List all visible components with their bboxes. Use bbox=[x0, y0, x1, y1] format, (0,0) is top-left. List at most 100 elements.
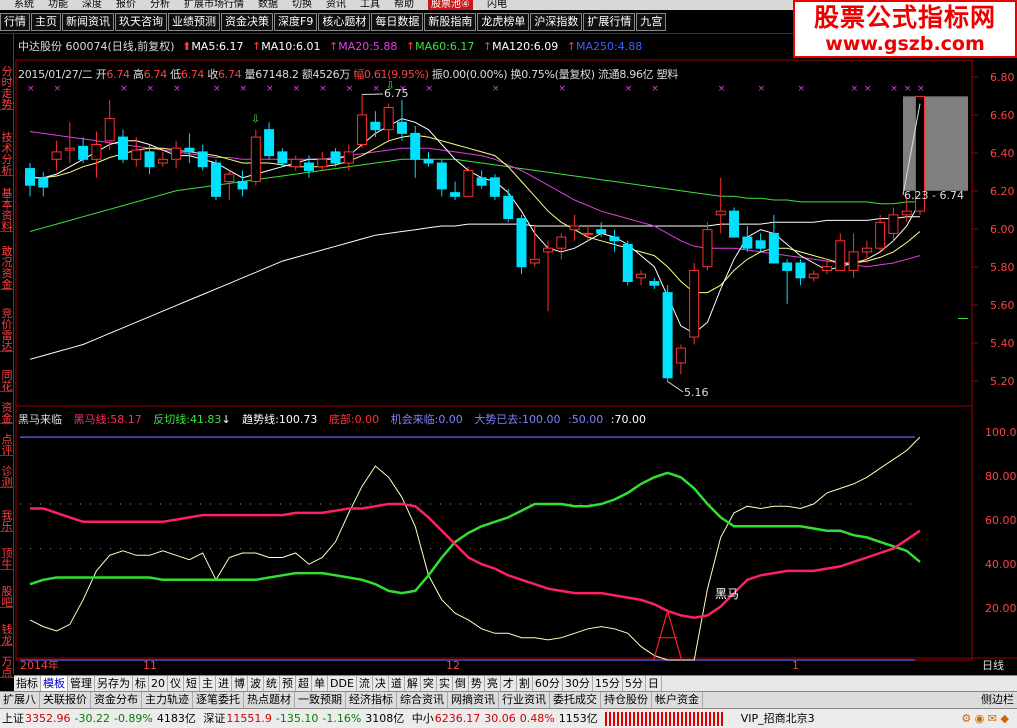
candle-32 bbox=[450, 181, 461, 201]
indicator-tab-31[interactable]: 5分 bbox=[623, 676, 646, 691]
candle-50 bbox=[689, 262, 700, 345]
func-3[interactable]: 主力轨迹 bbox=[142, 692, 193, 708]
indicator-tab-23[interactable]: 倒 bbox=[453, 676, 469, 691]
func-6[interactable]: 一致预期 bbox=[295, 692, 346, 708]
indicator-tab-17[interactable]: 流 bbox=[357, 676, 373, 691]
func-12[interactable]: 持仓股份 bbox=[601, 692, 652, 708]
func-4[interactable]: 逐笔委托 bbox=[193, 692, 244, 708]
indicator-tab-25[interactable]: 亮 bbox=[485, 676, 501, 691]
indicator-tab-0[interactable]: 指标 bbox=[14, 676, 41, 691]
price-panel-border bbox=[15, 59, 973, 407]
func-2[interactable]: 资金分布 bbox=[91, 692, 142, 708]
fanqie-line bbox=[29, 471, 921, 595]
signal-triangle bbox=[653, 608, 683, 661]
func-0[interactable]: 扩展八 bbox=[0, 692, 40, 708]
kline-chart[interactable]: × × × × × × × × × × × × × × × × × × × × × × × × × ×⇩⇩ 6.80 6.60 6… bbox=[0, 0, 1017, 674]
period-label[interactable]: 日线 bbox=[982, 658, 1004, 672]
top-x-mark: × bbox=[864, 84, 872, 94]
indicator-tab-14[interactable]: 超 bbox=[296, 676, 312, 691]
indicator-panel-border bbox=[15, 405, 973, 661]
candle-body bbox=[529, 258, 540, 264]
candle-body bbox=[171, 147, 182, 160]
indicator-tab-13[interactable]: 预 bbox=[280, 676, 296, 691]
candle-20 bbox=[290, 155, 301, 171]
func-7[interactable]: 经济指标 bbox=[346, 692, 397, 708]
indicator-tab-22[interactable]: 实 bbox=[437, 676, 453, 691]
candle-65 bbox=[888, 207, 899, 241]
vip-account[interactable]: VIP_招商北京3 bbox=[741, 709, 815, 728]
candle-body bbox=[835, 240, 846, 271]
indicator-tab-10[interactable]: 博 bbox=[232, 676, 248, 691]
candle-15 bbox=[224, 170, 235, 201]
indicator-tab-6[interactable]: 仪 bbox=[168, 676, 184, 691]
indicator-tab-7[interactable]: 短 bbox=[184, 676, 200, 691]
indicator-tab-30[interactable]: 15分 bbox=[593, 676, 623, 691]
func-11[interactable]: 委托成交 bbox=[550, 692, 601, 708]
indicator-tab-20[interactable]: 解 bbox=[405, 676, 421, 691]
candle-37 bbox=[516, 214, 527, 275]
indicator-tab-3[interactable]: 另存为 bbox=[95, 676, 133, 691]
zx-index: 6236.17 bbox=[434, 712, 481, 725]
candle-31 bbox=[436, 159, 447, 197]
indicator-tab-24[interactable]: 势 bbox=[469, 676, 485, 691]
indicator-tab-15[interactable]: 单 bbox=[312, 676, 328, 691]
indicator-tab-18[interactable]: 决 bbox=[373, 676, 389, 691]
top-x-mark: × bbox=[266, 84, 274, 94]
indicator-tab-27[interactable]: 割 bbox=[517, 676, 533, 691]
indicator-tab-28[interactable]: 60分 bbox=[533, 676, 563, 691]
candle-46 bbox=[636, 270, 647, 286]
candle-16 bbox=[237, 170, 248, 197]
low-leader-line bbox=[667, 381, 684, 393]
candle-body bbox=[569, 225, 580, 231]
indicator-tab-bar: 指标 模板 管理 另存为标 20 仪短主进博波统预超单 DDE 流决道解突实倒势亮才割 60分 3… bbox=[14, 675, 1017, 691]
candle-body bbox=[330, 151, 341, 164]
indicator-tab-2[interactable]: 管理 bbox=[68, 676, 95, 691]
top-x-mark: × bbox=[651, 84, 659, 94]
low-annotation: 5.16 bbox=[684, 386, 709, 399]
indicator-tab-12[interactable]: 统 bbox=[264, 676, 280, 691]
candle-body bbox=[582, 232, 593, 235]
indicator-tab-1[interactable]: 模板 bbox=[41, 676, 68, 691]
sidebar-toggle[interactable]: 侧边栏 bbox=[978, 692, 1017, 708]
func-1[interactable]: 关联报价 bbox=[40, 692, 91, 708]
candle-5 bbox=[91, 131, 102, 178]
price-tick-0: 6.80 bbox=[990, 71, 1015, 84]
candle-63 bbox=[861, 240, 872, 263]
indicator-tab-29[interactable]: 30分 bbox=[563, 676, 593, 691]
candle-body bbox=[436, 162, 447, 190]
indicator-tab-16[interactable]: DDE bbox=[328, 676, 357, 691]
price-tick-6: 5.60 bbox=[990, 299, 1015, 312]
candle-body bbox=[144, 151, 155, 168]
candle-0 bbox=[25, 163, 35, 197]
indicator-tab-8[interactable]: 主 bbox=[200, 676, 216, 691]
indicator-tab-32[interactable]: 日 bbox=[646, 676, 662, 691]
func-13[interactable]: 帐户资金 bbox=[652, 692, 703, 708]
indicator-tab-5[interactable]: 20 bbox=[149, 676, 168, 691]
candle-18 bbox=[264, 122, 275, 160]
price-tick-4: 6.00 bbox=[990, 223, 1015, 236]
zx-amount: 1153亿 bbox=[558, 712, 598, 725]
candle-body bbox=[264, 129, 275, 157]
func-10[interactable]: 行业资讯 bbox=[499, 692, 550, 708]
candle-body bbox=[224, 173, 235, 183]
indicator-tab-21[interactable]: 突 bbox=[421, 676, 437, 691]
top-x-mark: × bbox=[173, 84, 181, 94]
indicator-tab-19[interactable]: 道 bbox=[389, 676, 405, 691]
func-9[interactable]: 网摘资讯 bbox=[448, 692, 499, 708]
candle-13 bbox=[197, 144, 208, 171]
ind-tick-4: 20.00 bbox=[985, 602, 1017, 615]
zx-pct: 0.48% bbox=[519, 712, 555, 725]
top-x-mark: × bbox=[147, 84, 155, 94]
indicator-tab-11[interactable]: 波 bbox=[248, 676, 264, 691]
candle-body bbox=[357, 114, 368, 146]
indicator-tab-9[interactable]: 进 bbox=[216, 676, 232, 691]
func-5[interactable]: 热点题材 bbox=[244, 692, 295, 708]
candle-body bbox=[396, 121, 407, 134]
top-x-mark: × bbox=[718, 84, 726, 94]
indicator-tab-26[interactable]: 才 bbox=[501, 676, 517, 691]
indicator-tab-4[interactable]: 标 bbox=[133, 676, 149, 691]
chart-frame bbox=[15, 59, 1017, 661]
func-8[interactable]: 综合资讯 bbox=[397, 692, 448, 708]
ma20-line bbox=[29, 131, 921, 268]
candle-59 bbox=[808, 270, 819, 282]
